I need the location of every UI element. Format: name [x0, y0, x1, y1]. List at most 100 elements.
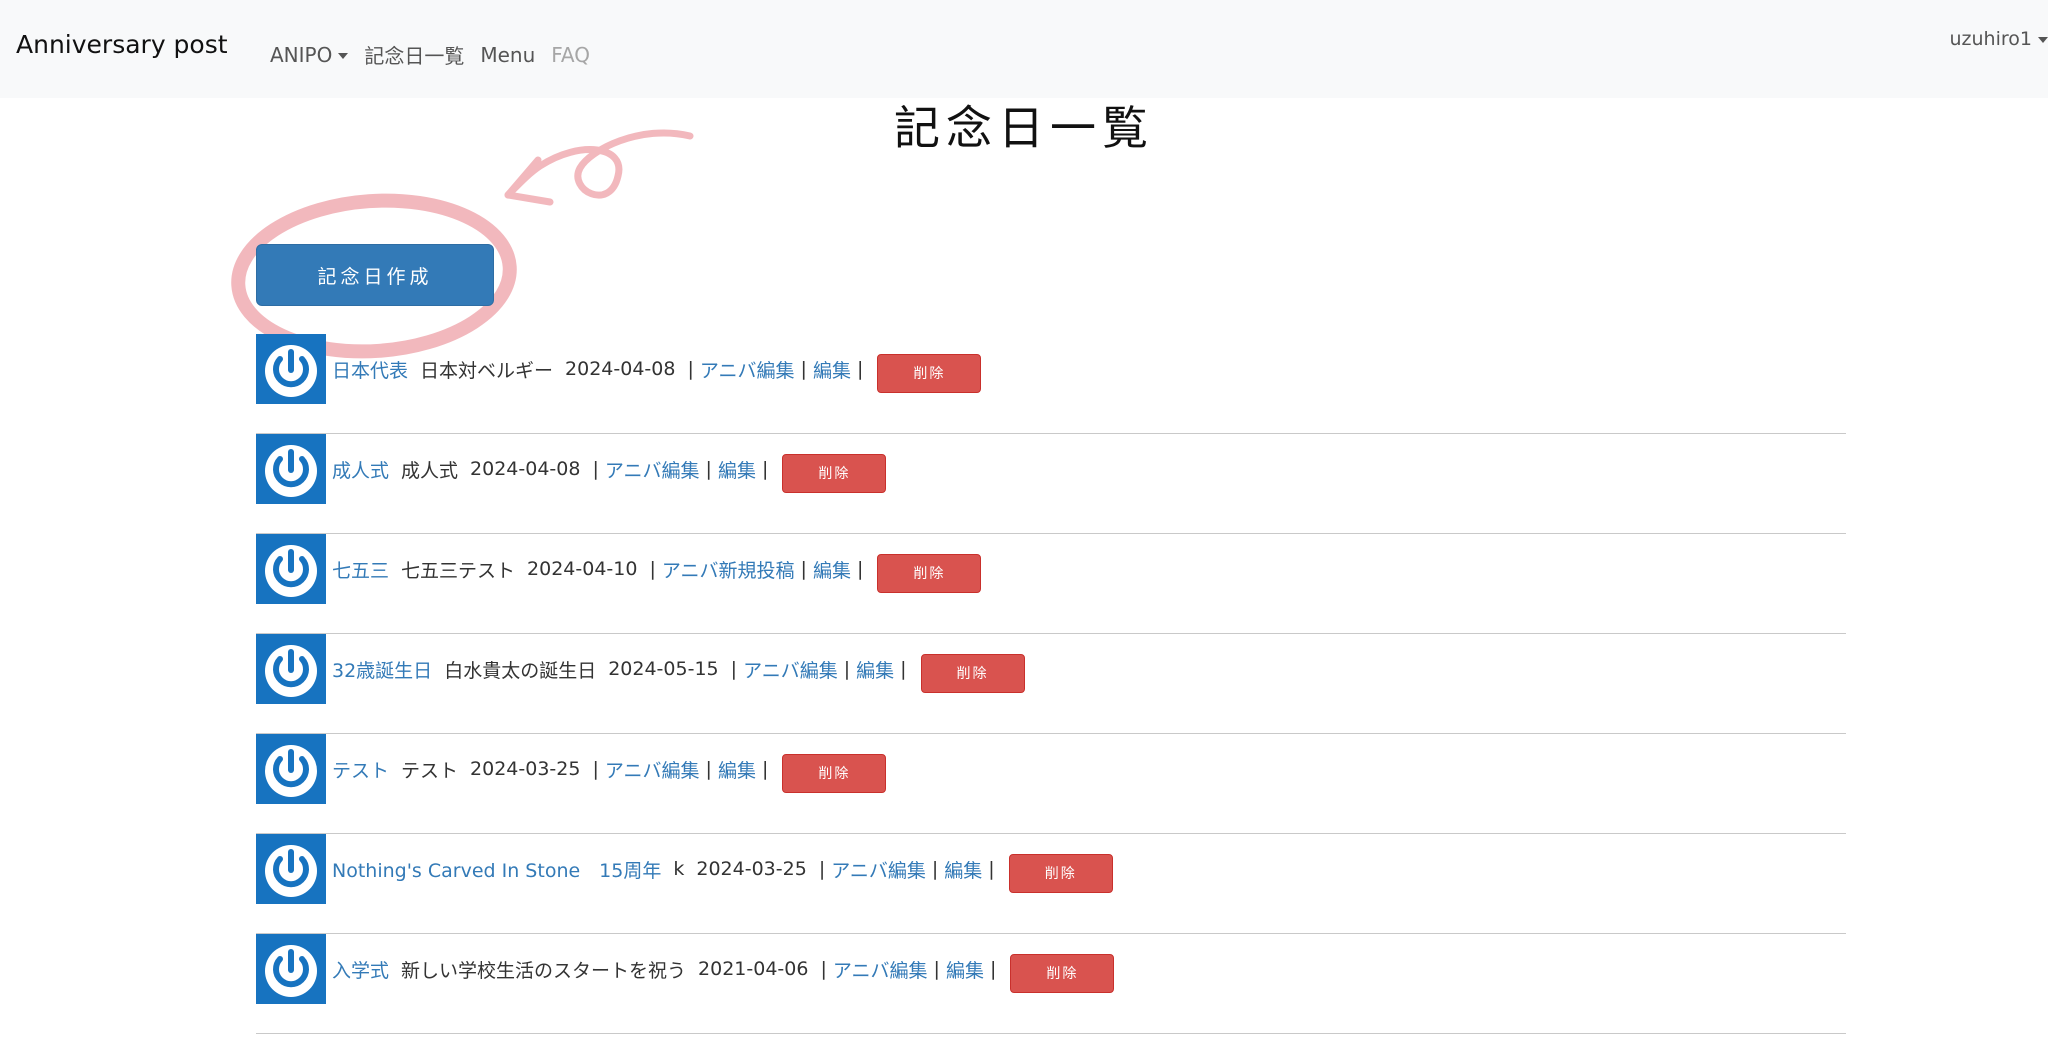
separator: |	[931, 858, 939, 880]
separator: |	[705, 758, 712, 780]
anniversary-title: 成人式	[401, 459, 459, 482]
separator: |	[586, 458, 599, 480]
power-icon	[256, 934, 326, 1004]
delete-button[interactable]: 削除	[782, 753, 887, 793]
delete-button[interactable]: 削除	[920, 653, 1025, 693]
separator: |	[761, 458, 769, 480]
anniversary-row: 入学式 新しい学校生活のスタートを祝う 2021-04-06 | アニバ編集 | 編集 | 削…	[256, 934, 1846, 1034]
delete-button[interactable]: 削除	[877, 553, 982, 593]
separator: |	[843, 658, 851, 680]
anniversary-row: 七五三 七五三テスト 2024-04-10 | アニバ新規投稿 | 編集 | 削除	[256, 534, 1846, 634]
anipo-action-link[interactable]: アニバ編集	[833, 956, 928, 983]
anniversary-name-link[interactable]: 32歳誕生日	[332, 656, 432, 683]
anniversary-date: 2024-03-25	[696, 858, 807, 880]
user-name: uzuhiro1	[1949, 28, 2033, 50]
anniversary-name-link[interactable]: 日本代表	[332, 356, 408, 383]
anniversary-title: 新しい学校生活のスタートを祝う	[401, 959, 687, 982]
anniversary-name-link[interactable]: 成人式	[332, 456, 389, 483]
anniversary-name-link[interactable]: Nothing's Carved In Stone 15周年	[332, 856, 661, 883]
edit-link[interactable]: 編集	[813, 556, 851, 583]
nav-anniversary-list[interactable]: 記念日一覧	[364, 40, 464, 69]
separator: |	[988, 858, 995, 880]
anniversary-date: 2024-03-25	[470, 758, 581, 780]
nav-links: ANIPO 記念日一覧 Menu FAQ	[270, 40, 606, 69]
separator: |	[705, 458, 712, 480]
nav-faq[interactable]: FAQ	[551, 43, 590, 67]
anipo-action-link[interactable]: アニバ新規投稿	[662, 556, 795, 583]
anniversary-date: 2024-04-08	[470, 458, 581, 480]
separator: |	[800, 558, 807, 580]
anniversary-list: 日本代表 日本対ベルギー 2024-04-08 | アニバ編集 | 編集 | 削除 成人式 成人式…	[256, 334, 1846, 1034]
anipo-action-link[interactable]: アニバ編集	[700, 356, 795, 383]
separator: |	[800, 358, 807, 380]
navbar: Anniversary post ANIPO 記念日一覧 Menu FAQ uz…	[0, 0, 2048, 98]
anniversary-title: 七五三テスト	[401, 559, 516, 582]
edit-link[interactable]: 編集	[718, 756, 756, 783]
anniversary-date: 2024-04-10	[527, 558, 638, 580]
anipo-action-link[interactable]: アニバ編集	[605, 456, 700, 483]
anniversary-line: テスト テスト 2024-03-25 | アニバ編集 | 編集 | 削除	[332, 734, 887, 804]
anniversary-row: 32歳誕生日 白水貴太の誕生日 2024-05-15 | アニバ編集 | 編集 | 削除	[256, 634, 1846, 734]
anniversary-name-link[interactable]: 入学式	[332, 956, 389, 983]
create-anniversary-button[interactable]: 記念日作成	[256, 244, 494, 306]
anniversary-date: 2024-05-15	[608, 658, 719, 680]
separator: |	[900, 658, 907, 680]
edit-link[interactable]: 編集	[946, 956, 984, 983]
anniversary-title: テスト	[401, 759, 459, 782]
anniversary-line: Nothing's Carved In Stone 15周年 k 2024-03-2…	[332, 834, 1113, 904]
anniversary-line: 32歳誕生日 白水貴太の誕生日 2024-05-15 | アニバ編集 | 編集 | 削除	[332, 634, 1025, 704]
power-icon	[256, 634, 326, 704]
edit-link[interactable]: 編集	[856, 656, 894, 683]
nav-anipo-label: ANIPO	[270, 42, 333, 67]
brand-link[interactable]: Anniversary post	[16, 30, 228, 59]
separator: |	[989, 958, 997, 980]
anipo-action-link[interactable]: アニバ編集	[743, 656, 838, 683]
separator: |	[643, 558, 656, 580]
anniversary-name-link[interactable]: 七五三	[332, 556, 389, 583]
page-title: 記念日一覧	[894, 101, 1154, 155]
separator: |	[933, 958, 940, 980]
power-icon	[256, 434, 326, 504]
separator: |	[856, 558, 864, 580]
edit-link[interactable]: 編集	[944, 856, 982, 883]
arrow-head-icon	[504, 156, 554, 206]
power-icon	[256, 734, 326, 804]
delete-button[interactable]: 削除	[1008, 853, 1113, 893]
edit-link[interactable]: 編集	[718, 456, 756, 483]
anniversary-title: 日本対ベルギー	[420, 359, 554, 382]
nav-menu[interactable]: Menu	[480, 43, 535, 67]
separator: |	[724, 658, 738, 680]
anniversary-title: 白水貴太の誕生日	[444, 659, 597, 682]
anniversary-row: テスト テスト 2024-03-25 | アニバ編集 | 編集 | 削除	[256, 734, 1846, 834]
separator: |	[681, 358, 694, 380]
anniversary-row: 日本代表 日本対ベルギー 2024-04-08 | アニバ編集 | 編集 | 削除	[256, 334, 1846, 434]
delete-button[interactable]: 削除	[782, 453, 887, 493]
caret-down-icon	[338, 53, 349, 59]
anniversary-date: 2021-04-06	[698, 958, 809, 980]
anniversary-line: 入学式 新しい学校生活のスタートを祝う 2021-04-06 | アニバ編集 | 編集 | 削…	[332, 934, 1115, 1004]
edit-link[interactable]: 編集	[813, 356, 851, 383]
power-icon	[256, 334, 326, 404]
power-icon	[256, 534, 326, 604]
anniversary-date: 2024-04-08	[565, 358, 676, 380]
delete-button[interactable]: 削除	[1010, 953, 1115, 993]
separator: |	[812, 858, 826, 880]
anniversary-row: 成人式 成人式 2024-04-08 | アニバ編集 | 編集 | 削除	[256, 434, 1846, 534]
separator: |	[586, 758, 599, 780]
anipo-action-link[interactable]: アニバ編集	[831, 856, 926, 883]
caret-down-icon	[2038, 36, 2048, 43]
power-icon	[256, 834, 326, 904]
separator: |	[856, 358, 864, 380]
anniversary-name-link[interactable]: テスト	[332, 756, 389, 783]
separator: |	[814, 958, 827, 980]
anniversary-line: 七五三 七五三テスト 2024-04-10 | アニバ新規投稿 | 編集 | 削除	[332, 534, 982, 604]
anniversary-title: k	[673, 858, 685, 880]
anipo-action-link[interactable]: アニバ編集	[605, 756, 700, 783]
delete-button[interactable]: 削除	[877, 353, 982, 393]
anniversary-row: Nothing's Carved In Stone 15周年 k 2024-03-2…	[256, 834, 1846, 934]
user-menu-dropdown[interactable]: uzuhiro1	[1950, 28, 2048, 50]
anniversary-line: 日本代表 日本対ベルギー 2024-04-08 | アニバ編集 | 編集 | 削除	[332, 334, 982, 404]
nav-anipo-dropdown[interactable]: ANIPO	[270, 42, 349, 67]
separator: |	[761, 758, 769, 780]
anniversary-line: 成人式 成人式 2024-04-08 | アニバ編集 | 編集 | 削除	[332, 434, 887, 504]
